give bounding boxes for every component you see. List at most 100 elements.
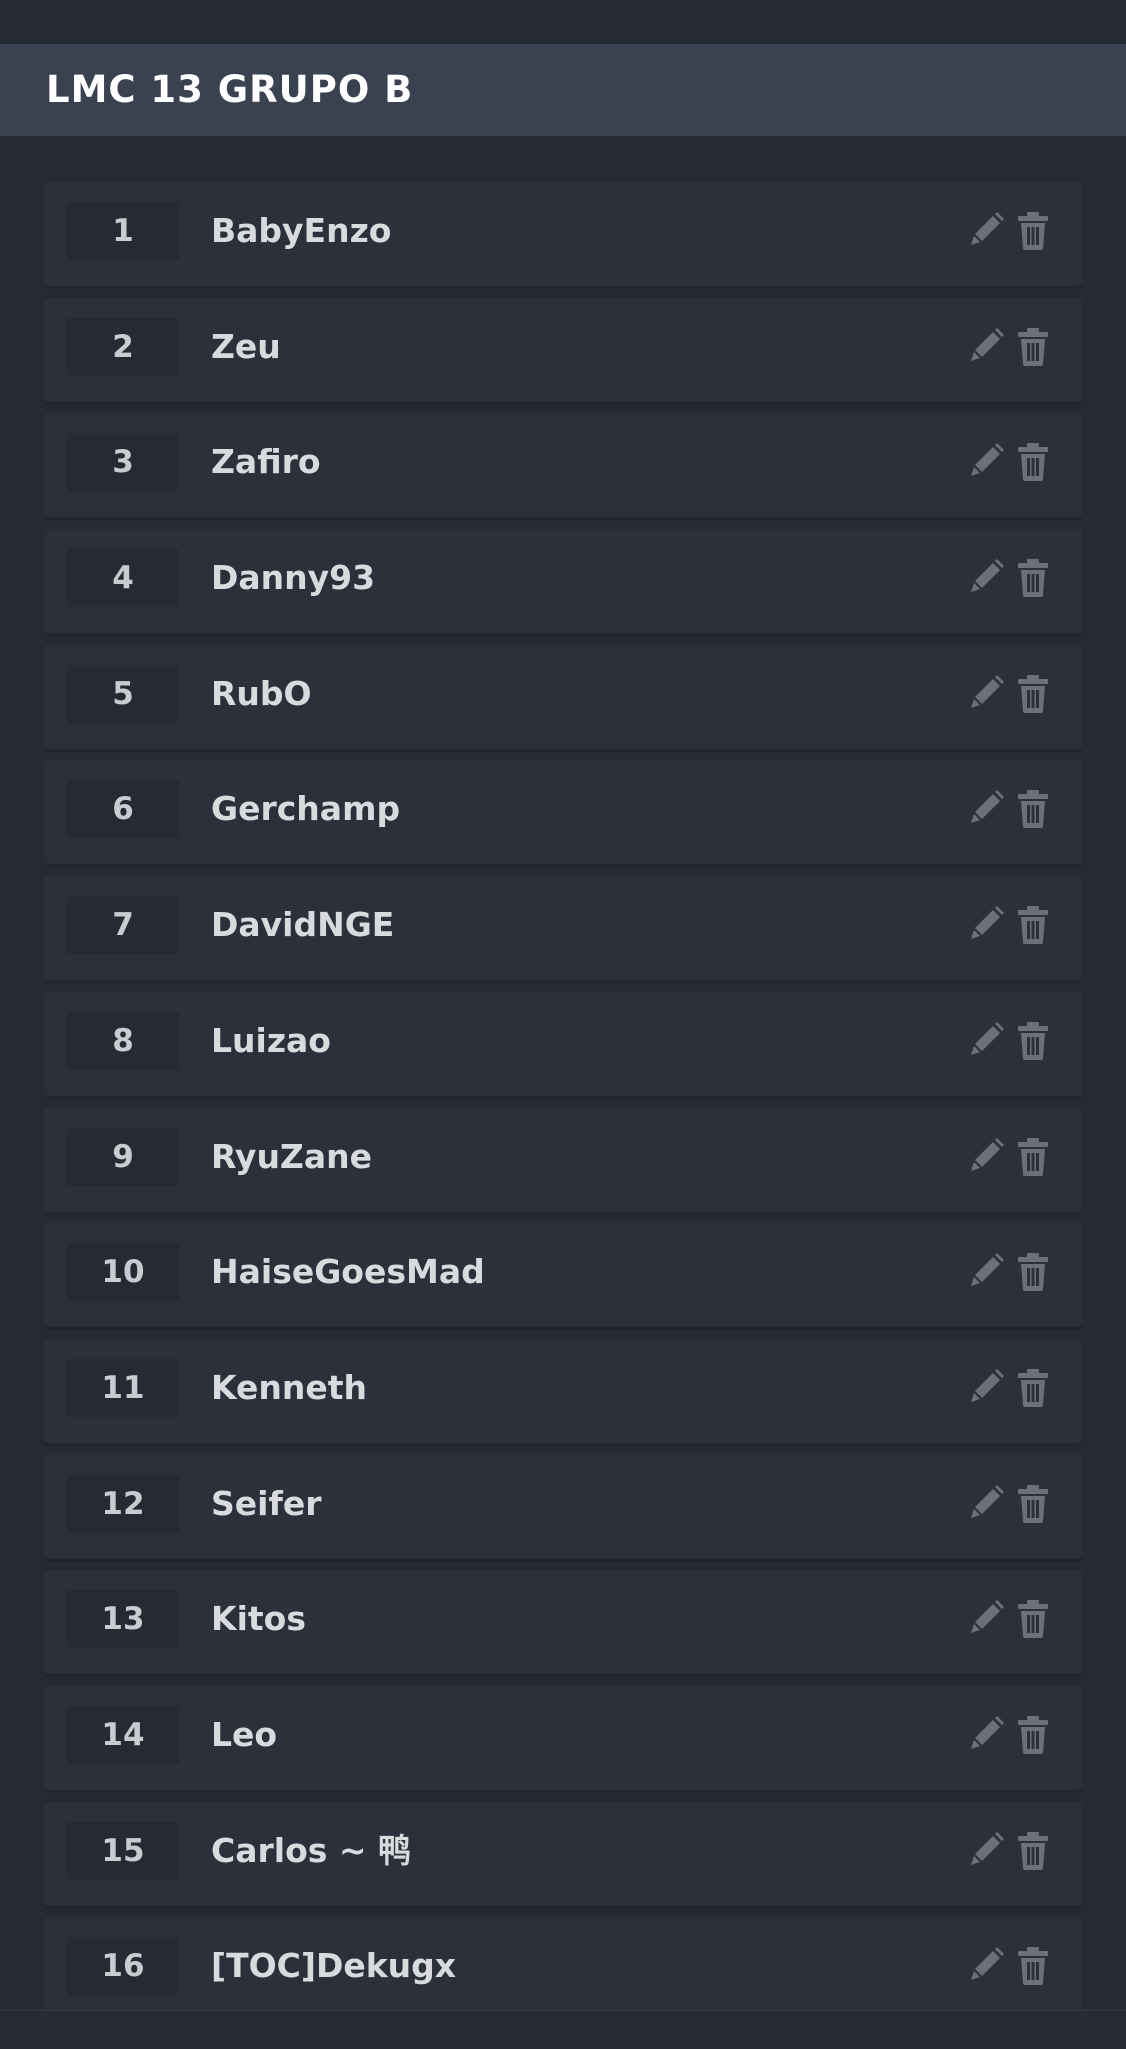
- pencil-icon[interactable]: [970, 790, 1004, 828]
- trash-icon[interactable]: [1016, 790, 1050, 829]
- participant-row[interactable]: 1 BabyEnzo: [44, 182, 1082, 286]
- trash-icon[interactable]: [1016, 327, 1050, 366]
- participant-name: Zafiro: [211, 442, 321, 482]
- bottom-strip: [0, 2010, 1126, 2049]
- pencil-icon[interactable]: [970, 1137, 1004, 1176]
- seed-number: 14: [67, 1705, 179, 1764]
- trash-icon[interactable]: [1016, 1600, 1050, 1639]
- pencil-icon[interactable]: [970, 674, 1004, 713]
- seed-number: 10: [67, 1243, 179, 1302]
- seed-number: 7: [67, 896, 179, 955]
- seed-number: 3: [67, 433, 179, 492]
- pencil-icon[interactable]: [970, 1253, 1004, 1291]
- seed-number: 2: [67, 317, 179, 376]
- row-actions: [970, 789, 1050, 829]
- row-actions: [970, 1946, 1050, 1986]
- pencil-icon[interactable]: [970, 212, 1004, 250]
- pencil-icon[interactable]: [970, 443, 1004, 481]
- trash-icon[interactable]: [1016, 1484, 1050, 1523]
- trash-icon[interactable]: [1016, 559, 1050, 598]
- row-actions: [970, 1021, 1050, 1061]
- trash-icon[interactable]: [1016, 906, 1050, 945]
- trash-icon[interactable]: [1016, 1021, 1050, 1060]
- participant-row[interactable]: 15 Carlos ~ 鸭: [44, 1801, 1082, 1906]
- row-actions: [970, 674, 1050, 714]
- participant-row[interactable]: 13 Kitos: [44, 1570, 1082, 1675]
- seed-number: 1: [67, 202, 179, 260]
- trash-icon[interactable]: [1016, 1831, 1050, 1870]
- participant-list: 1 BabyEnzo 2 Zeu 3 Zafiro 4 Danny93 5 RubO 6 Gercha…: [44, 182, 1082, 2033]
- pencil-icon[interactable]: [970, 327, 1004, 366]
- participant-row[interactable]: 5 RubO: [44, 644, 1082, 749]
- seed-number: 12: [67, 1474, 179, 1533]
- seed-number: 6: [67, 780, 179, 839]
- row-actions: [970, 1368, 1050, 1408]
- seed-number: 4: [67, 549, 179, 608]
- participant-row[interactable]: 12 Seifer: [44, 1454, 1082, 1559]
- row-actions: [970, 1137, 1050, 1177]
- seed-number: 15: [67, 1821, 179, 1880]
- participant-name: RyuZane: [211, 1136, 373, 1176]
- pencil-icon[interactable]: [970, 906, 1004, 944]
- participant-name: Kitos: [211, 1599, 306, 1639]
- participant-name: Gerchamp: [211, 789, 401, 829]
- participant-row[interactable]: 8 Luizao: [44, 991, 1082, 1096]
- pencil-icon[interactable]: [970, 1831, 1004, 1870]
- trash-icon[interactable]: [1016, 1137, 1050, 1176]
- pencil-icon[interactable]: [970, 1021, 1004, 1060]
- participant-name: RubO: [211, 673, 312, 713]
- trash-icon[interactable]: [1016, 212, 1050, 250]
- row-actions: [970, 1252, 1050, 1292]
- seed-number: 8: [67, 1011, 179, 1070]
- row-actions: [970, 442, 1050, 482]
- seed-number: 11: [67, 1358, 179, 1417]
- row-actions: [970, 1715, 1050, 1755]
- participant-row[interactable]: 3 Zafiro: [44, 413, 1082, 518]
- trash-icon[interactable]: [1016, 1253, 1050, 1292]
- pencil-icon[interactable]: [970, 1715, 1004, 1754]
- row-actions: [970, 558, 1050, 598]
- trash-icon[interactable]: [1016, 1368, 1050, 1407]
- trash-icon[interactable]: [1016, 443, 1050, 482]
- participant-name: Kenneth: [211, 1367, 368, 1407]
- row-actions: [970, 327, 1050, 367]
- seed-number: 9: [67, 1127, 179, 1186]
- participant-name: Zeu: [211, 326, 281, 366]
- row-actions: [970, 1484, 1050, 1524]
- pencil-icon[interactable]: [970, 1484, 1004, 1523]
- participant-name: Leo: [211, 1714, 278, 1754]
- participant-name: Luizao: [211, 1020, 331, 1060]
- trash-icon[interactable]: [1016, 674, 1050, 713]
- participant-row[interactable]: 6 Gerchamp: [44, 760, 1082, 865]
- pencil-icon[interactable]: [970, 559, 1004, 597]
- trash-icon[interactable]: [1016, 1947, 1050, 1986]
- group-header: LMC 13 GRUPO B: [0, 44, 1126, 136]
- participant-row[interactable]: 2 Zeu: [44, 297, 1082, 402]
- participant-row[interactable]: 16 [TOC]Dekugx: [44, 1917, 1082, 2022]
- participant-name: DavidNGE: [211, 905, 395, 945]
- pencil-icon[interactable]: [970, 1947, 1004, 1985]
- group-title: LMC 13 GRUPO B: [46, 68, 414, 111]
- row-actions: [970, 211, 1050, 251]
- row-actions: [970, 905, 1050, 945]
- participant-row[interactable]: 4 Danny93: [44, 529, 1082, 634]
- pencil-icon[interactable]: [970, 1368, 1004, 1407]
- top-strip: [0, 0, 1126, 44]
- participant-row[interactable]: 9 RyuZane: [44, 1107, 1082, 1212]
- participant-row[interactable]: 11 Kenneth: [44, 1338, 1082, 1443]
- trash-icon[interactable]: [1016, 1715, 1050, 1754]
- participant-name: Seifer: [211, 1483, 322, 1523]
- seed-number: 13: [67, 1590, 179, 1649]
- participant-name: [TOC]Dekugx: [211, 1946, 457, 1986]
- participant-name: BabyEnzo: [211, 211, 392, 250]
- participant-name: HaiseGoesMad: [211, 1252, 485, 1292]
- pencil-icon[interactable]: [970, 1600, 1004, 1638]
- participant-row[interactable]: 10 HaiseGoesMad: [44, 1223, 1082, 1328]
- participant-row[interactable]: 14 Leo: [44, 1685, 1082, 1790]
- participant-row[interactable]: 7 DavidNGE: [44, 876, 1082, 981]
- participant-name: Carlos ~ 鸭: [211, 1830, 412, 1870]
- participant-name: Danny93: [211, 558, 376, 598]
- seed-number: 5: [67, 664, 179, 723]
- row-actions: [970, 1831, 1050, 1871]
- seed-number: 16: [67, 1937, 179, 1996]
